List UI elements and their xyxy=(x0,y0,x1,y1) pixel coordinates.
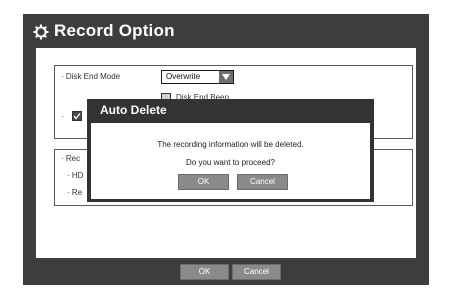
dialog-message-2: Do you want to proceed? xyxy=(186,158,275,167)
dialog-message-1: The recording information will be delete… xyxy=(157,140,304,149)
gear-icon xyxy=(33,24,49,40)
title-bar: Record Option xyxy=(23,14,429,50)
ok-button[interactable]: OK xyxy=(180,264,229,280)
disk-end-mode-value: Overwrite xyxy=(166,72,201,81)
disk-end-mode-select[interactable]: Overwrite xyxy=(161,70,234,84)
disk-end-mode-label: · Disk End Mode xyxy=(61,72,121,81)
partial-option-label: · xyxy=(61,112,64,121)
window-title: Record Option xyxy=(54,21,175,40)
dialog-cancel-button[interactable]: Cancel xyxy=(237,174,288,190)
partial-option-checkbox[interactable] xyxy=(72,111,82,121)
dialog-ok-button[interactable]: OK xyxy=(178,174,229,190)
footer-bar: OK Cancel xyxy=(23,258,429,285)
auto-delete-dialog: Auto Delete The recording information wi… xyxy=(87,99,374,202)
rec-label: · Rec xyxy=(61,154,81,163)
hdd-label: · HD xyxy=(67,171,84,180)
re-label: · Re xyxy=(67,188,83,197)
dialog-title: Auto Delete xyxy=(100,103,167,117)
cancel-button[interactable]: Cancel xyxy=(232,264,281,280)
chevron-down-icon xyxy=(219,71,233,83)
dialog-body: The recording information will be delete… xyxy=(91,123,370,199)
